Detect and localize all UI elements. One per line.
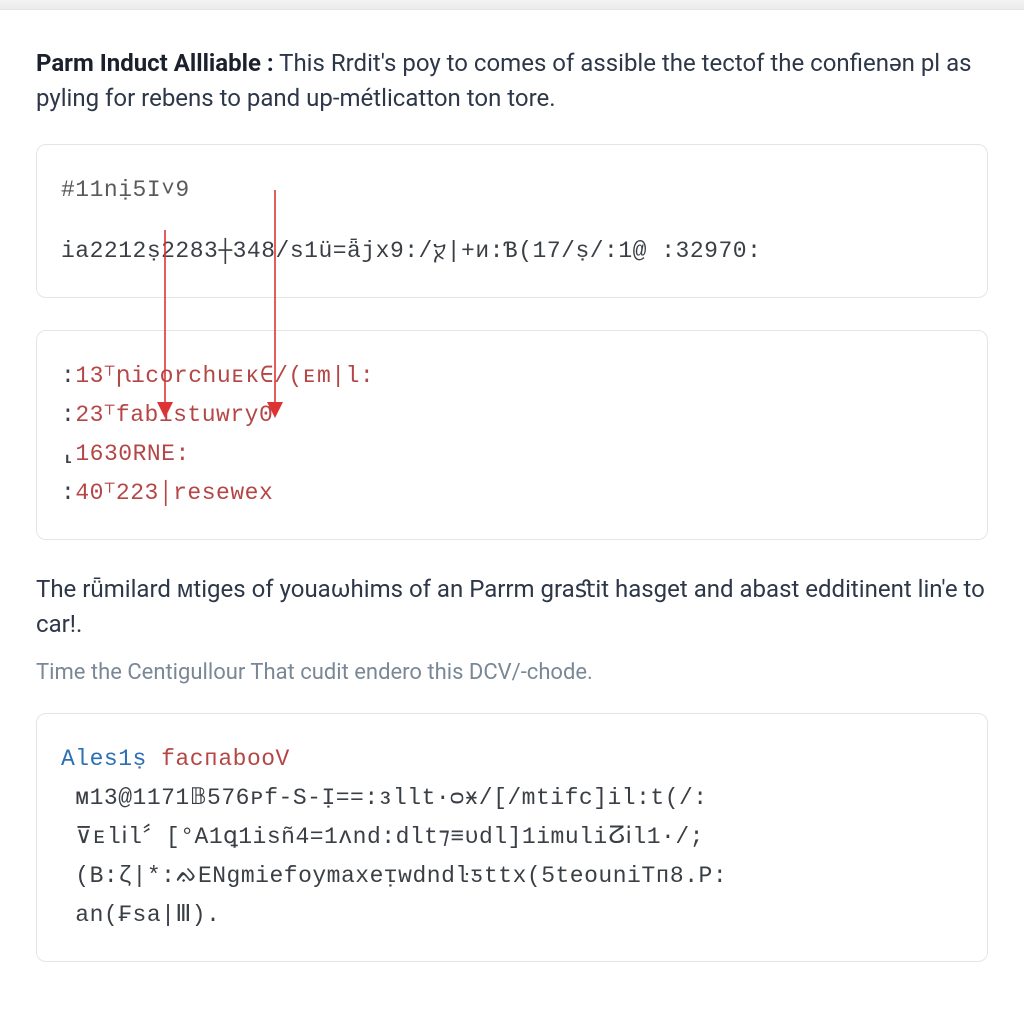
code2-line-1: :13⸆ꞃicorchuᴇᴋ∈/(ᴇm|l: [61, 357, 963, 396]
code3-line2: ⊽ᴇlⅰl〞[°A1ꝗ1isñ4=1ᴧnd:dlt⁊≡ᴜdl]1imuliⵒⅰl… [61, 818, 963, 857]
code3-line1: ᴍ13@1171𝔹576ᴘf-S-Ị==:ᴈllt·ᴑӿ/[/mtifc]il:… [61, 779, 963, 818]
document-body: Parm Induct Allliable : This Rrdit's poy… [0, 10, 1024, 982]
code2-line-4: :40⸆223│resewex [61, 474, 963, 513]
code-block-3: Ales1ṣ facᴨabooV ᴍ13@1171𝔹576ᴘf-S-Ị==:ᴈl… [36, 713, 988, 962]
code-block-2: :13⸆ꞃicorchuᴇᴋ∈/(ᴇm|l: :23⸆fabistuwry0 ⸤… [36, 330, 988, 540]
code-block-1: #11nị5I˅9 ia2212ṣ2283┼348/s1ü=ǟϳx9:/ⴟ|+ᴎ… [36, 144, 988, 298]
intro-lead: Parm Induct Allliable : [36, 49, 274, 77]
code3-header: Ales1ṣ facᴨabooV [61, 740, 963, 779]
code2-line-2: :23⸆fabistuwry0 [61, 396, 963, 435]
code1-line2: ia2212ṣ2283┼348/s1ü=ǟϳx9:/ⴟ|+ᴎ:Ɓ(17/ṣ/:1… [61, 232, 963, 271]
sub-paragraph: Time the Centigullour That cudit endero … [36, 656, 988, 689]
code3-line4: an(₣sa|Ⅲ). [61, 896, 963, 935]
code1-line1: #11nị5I˅9 [61, 171, 963, 210]
code2-line-3: ⸤1630RNE: [61, 435, 963, 474]
middle-paragraph: The rǖmilard ᴍtiges of youaωhims of an P… [36, 572, 988, 642]
intro-paragraph: Parm Induct Allliable : This Rrdit's poy… [36, 46, 988, 116]
top-gradient-bar [0, 0, 1024, 10]
code3-line3: (B:ζ|*:ᨁENɡmiefoymaxeᴉwdndŀƽttx(5teouniT… [61, 857, 963, 896]
